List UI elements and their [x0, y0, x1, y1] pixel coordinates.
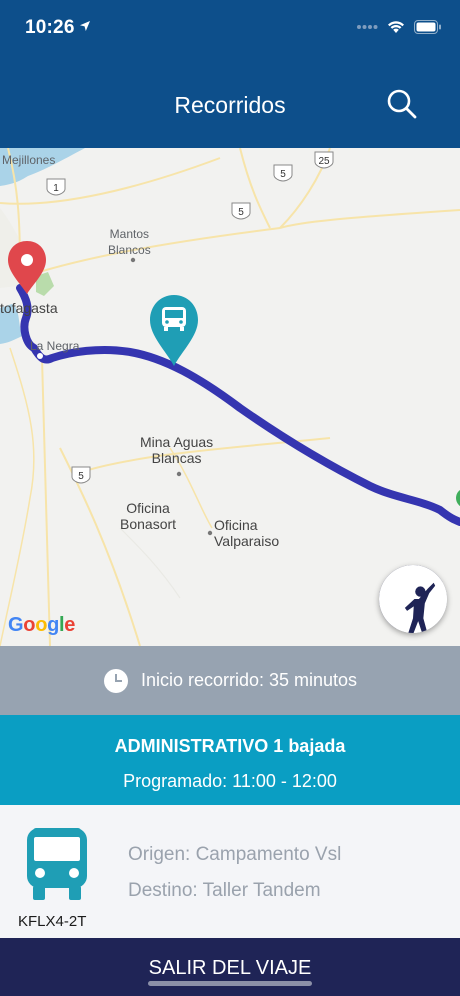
- map-label-antofagasta: tofagasta: [0, 300, 58, 316]
- map-label-oficina-valparaiso: Oficina Valparaiso: [214, 517, 280, 549]
- location-arrow-icon: [80, 21, 90, 31]
- svg-text:1: 1: [53, 183, 59, 194]
- exit-trip-button[interactable]: SALIR DEL VIAJE: [0, 938, 460, 996]
- route-info: ADMINISTRATIVO 1 bajada Programado: 11:0…: [0, 715, 460, 805]
- passenger-wave-button[interactable]: [379, 565, 447, 633]
- map-label-la-negra: La Negra: [30, 339, 80, 353]
- status-time: 10:26: [25, 17, 75, 38]
- svg-text:5: 5: [238, 207, 244, 218]
- route-shield-icon: 5: [231, 202, 251, 220]
- google-logo: Google: [8, 614, 76, 636]
- status-indicators: [356, 20, 442, 34]
- map-label-oficina-bonasort: Oficina Bonasort: [120, 500, 177, 532]
- route-shield-icon: 5: [71, 466, 91, 484]
- map-label-mina-aguas-blancas: Mina Aguas Blancas: [140, 434, 214, 466]
- search-icon[interactable]: [384, 86, 420, 122]
- trip-start-text: Inicio recorrido: 35 minutos: [140, 670, 358, 690]
- trip-destination: Destino: Taller Tandem: [128, 880, 321, 901]
- route-shield-icon: 1: [46, 178, 66, 196]
- wifi-icon: [388, 21, 404, 33]
- bus-plate: KFLX4-2T: [18, 913, 87, 930]
- waving-person-icon: [379, 565, 447, 633]
- svg-text:25: 25: [318, 156, 330, 167]
- trip-detail: KFLX4-2T Origen: Campamento Vsl Destino:…: [0, 805, 460, 938]
- battery-icon: [414, 20, 441, 34]
- route-shield-icon: 25: [314, 151, 334, 169]
- route-map[interactable]: Mejillones Mantos Blancos tofagasta La N…: [0, 148, 460, 646]
- route-schedule: Programado: 11:00 - 12:00: [123, 771, 337, 791]
- clock-icon: [103, 668, 128, 693]
- bus-icon: [27, 828, 87, 900]
- svg-text:5: 5: [280, 169, 286, 180]
- trip-origin: Origen: Campamento Vsl: [128, 844, 342, 865]
- map-label-mejillones: Mejillones: [2, 153, 56, 167]
- signal-dots-icon: [357, 25, 378, 29]
- map-label-mantos-blancos: Mantos Blancos: [108, 227, 151, 257]
- route-shield-icon: 5: [273, 164, 293, 182]
- trip-start-bar: Inicio recorrido: 35 minutos: [0, 646, 460, 715]
- route-name: ADMINISTRATIVO 1 bajada: [114, 736, 346, 756]
- top-bar: 10:26 Recorridos: [0, 0, 460, 148]
- home-indicator: [148, 981, 312, 986]
- svg-text:5: 5: [78, 471, 84, 482]
